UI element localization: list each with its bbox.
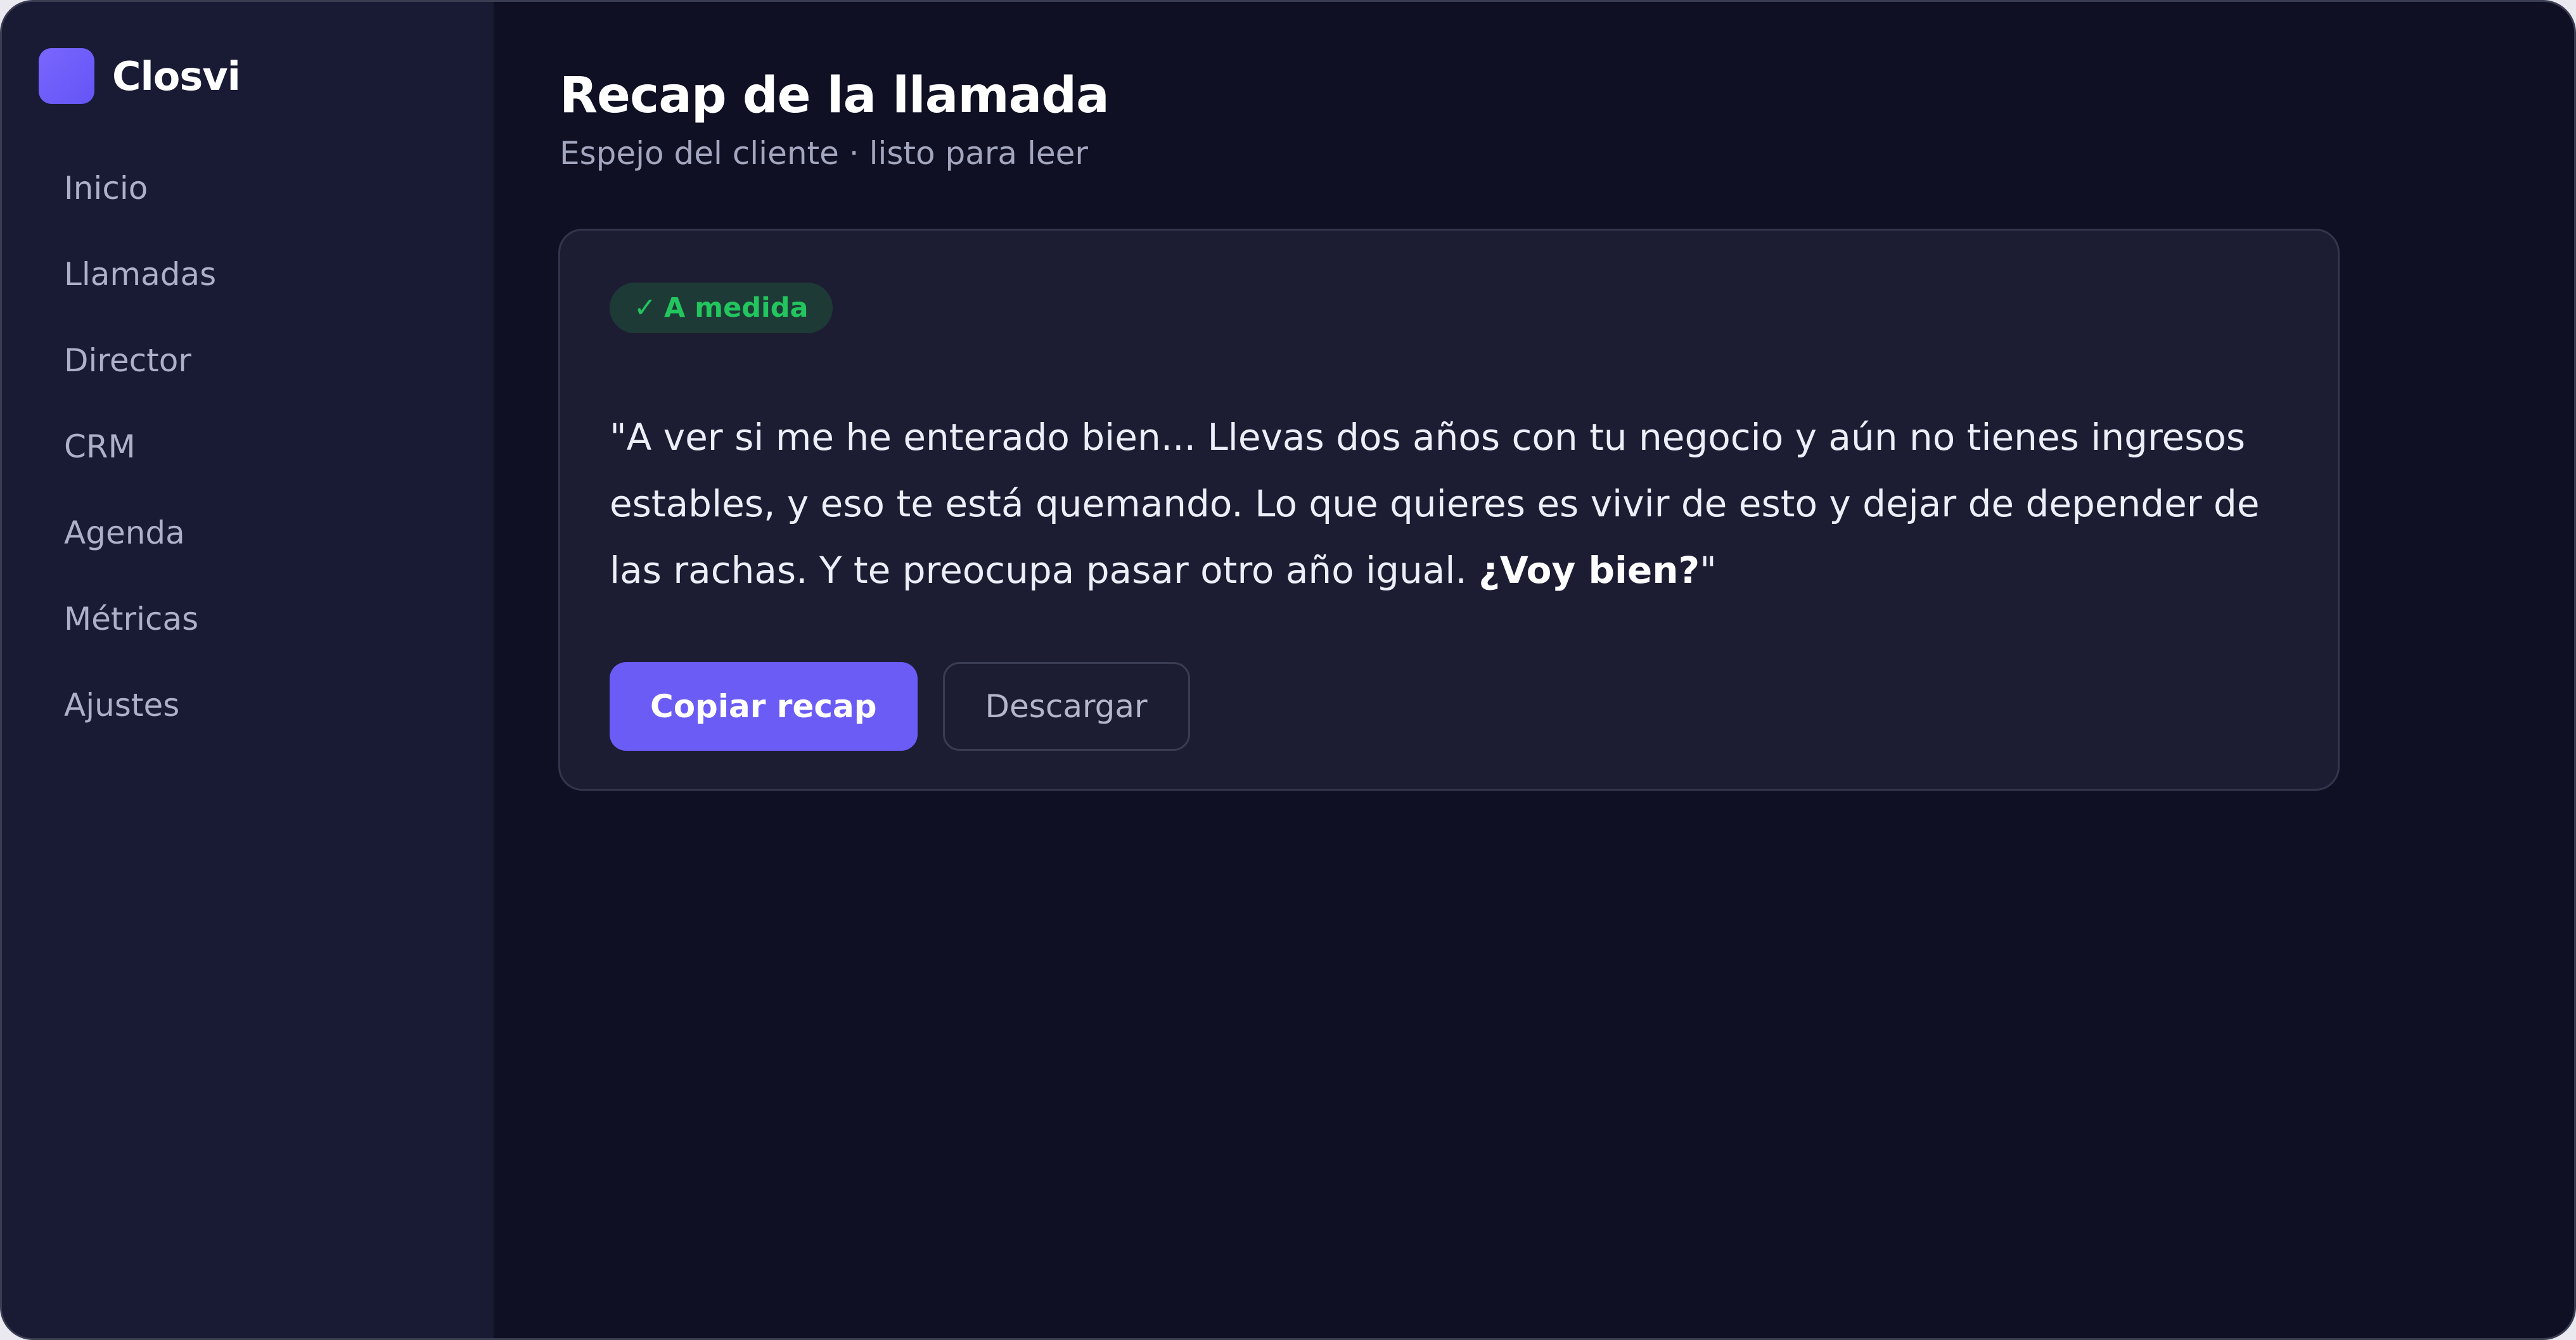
sidebar-item-crm[interactable]: CRM <box>2 404 494 490</box>
recap-card: ✓ A medida "A ver si me he enterado bien… <box>558 229 2340 791</box>
page-title: Recap de la llamada <box>560 67 1110 124</box>
recap-text: "A ver si me he enterado bien... Llevas … <box>610 404 2308 604</box>
sidebar-item-agenda[interactable]: Agenda <box>2 490 494 576</box>
sidebar-item-metricas[interactable]: Métricas <box>2 576 494 662</box>
brand-logo-icon <box>39 48 94 104</box>
app-window: Closvi Inicio Llamadas Director CRM Agen… <box>0 0 2576 1340</box>
brand[interactable]: Closvi <box>2 48 494 105</box>
page-subtitle: Espejo del cliente · listo para leer <box>560 135 1088 172</box>
main-content: Recap de la llamada Espejo del cliente ·… <box>494 2 2574 1338</box>
sidebar: Closvi Inicio Llamadas Director CRM Agen… <box>2 2 494 1338</box>
sidebar-item-llamadas[interactable]: Llamadas <box>2 231 494 317</box>
download-button[interactable]: Descargar <box>942 662 1190 751</box>
sidebar-nav: Inicio Llamadas Director CRM Agenda Métr… <box>2 145 494 748</box>
sidebar-item-inicio[interactable]: Inicio <box>2 145 494 231</box>
copy-recap-button[interactable]: Copiar recap <box>610 662 918 751</box>
sidebar-item-ajustes[interactable]: Ajustes <box>2 662 494 748</box>
recap-closing-quote: " <box>1700 549 1717 592</box>
check-icon: ✓ <box>634 292 657 324</box>
brand-name: Closvi <box>112 53 241 99</box>
status-badge: ✓ A medida <box>610 283 833 333</box>
sidebar-item-director[interactable]: Director <box>2 317 494 404</box>
recap-body: "A ver si me he enterado bien... Llevas … <box>610 416 2260 592</box>
status-badge-label: A medida <box>664 292 809 324</box>
recap-emphasis: ¿Voy bien? <box>1478 549 1700 592</box>
card-actions: Copiar recap Descargar <box>610 662 2288 751</box>
